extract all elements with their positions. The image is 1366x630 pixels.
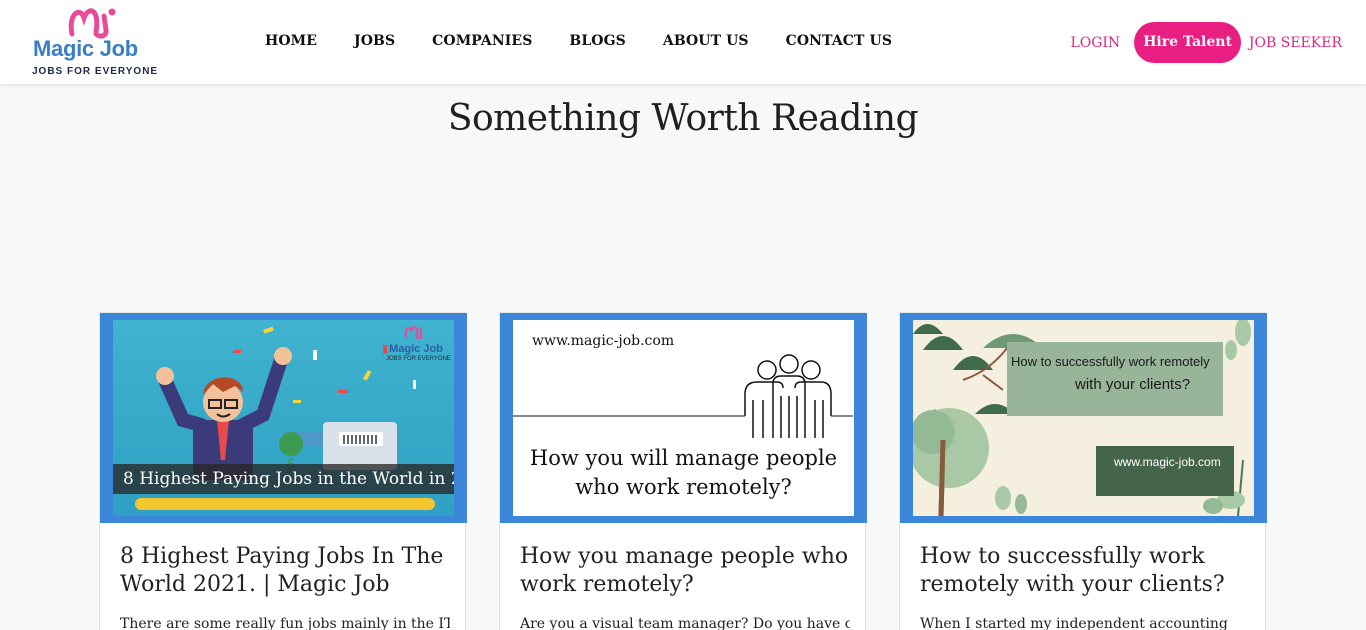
image-banner-text: 8 Highest Paying Jobs in the World in 20… <box>113 464 454 494</box>
blog-card-excerpt: Are you a visual team manager? Do you ha… <box>520 616 850 630</box>
image-decoration <box>135 498 435 510</box>
blog-card-title[interactable]: How to successfully work remotely with y… <box>920 543 1250 599</box>
account-nav: LOGIN Hire Talent JOB SEEKER <box>1070 22 1342 63</box>
image-headline-line1: How to successfully work remotely <box>1011 354 1210 369</box>
blog-card-excerpt: When I started my independent accounting <box>920 616 1228 630</box>
site-header: Magic Job JOBS FOR EVERYONE HOME JOBS CO… <box>0 0 1366 84</box>
nav-jobs[interactable]: JOBS <box>354 33 395 49</box>
job-seeker-link[interactable]: JOB SEEKER <box>1249 35 1342 51</box>
blog-image-manage-remote-people: www.magic-job.com How you will manage pe… <box>513 320 854 516</box>
main-nav: HOME JOBS COMPANIES BLOGS ABOUT US CONTA… <box>265 33 929 49</box>
magic-job-watermark: Magic Job JOBS FOR EVERYONE <box>386 324 451 363</box>
image-headline-box: How to successfully work remotely with y… <box>1007 342 1223 416</box>
blog-image-highest-paying-jobs: $ Magic Job JOBS FOR EVERYONE 8 Highest … <box>113 320 454 516</box>
hire-talent-button[interactable]: Hire Talent <box>1134 22 1241 63</box>
blog-image-work-remotely-clients: How to successfully work remotely with y… <box>913 320 1254 516</box>
nav-companies[interactable]: COMPANIES <box>432 33 532 49</box>
nav-about-us[interactable]: ABOUT US <box>663 33 749 49</box>
blog-thumbnail[interactable]: How to successfully work remotely with y… <box>900 313 1267 523</box>
blog-card-title[interactable]: How you manage people who work remotely? <box>520 543 850 599</box>
logo-tagline: JOBS FOR EVERYONE <box>32 66 159 77</box>
nav-blogs[interactable]: BLOGS <box>569 33 625 49</box>
blog-card[interactable]: How to successfully work remotely with y… <box>899 312 1267 630</box>
image-headline-line2: with your clients? <box>1075 376 1191 393</box>
blog-card[interactable]: www.magic-job.com How you will manage pe… <box>499 312 867 630</box>
blog-thumbnail[interactable]: www.magic-job.com How you will manage pe… <box>500 313 867 523</box>
image-url-box: www.magic-job.com <box>1096 446 1234 496</box>
magic-job-logo-icon <box>404 325 423 340</box>
magic-job-logo-icon <box>68 8 116 39</box>
blog-thumbnail[interactable]: $ Magic Job JOBS FOR EVERYONE 8 Highest … <box>100 313 467 523</box>
image-url-text: www.magic-job.com <box>1114 455 1221 469</box>
nav-home[interactable]: HOME <box>265 33 317 49</box>
site-logo[interactable]: Magic Job JOBS FOR EVERYONE <box>30 4 159 80</box>
blog-card-excerpt: There are some really fun jobs mainly in… <box>120 616 450 630</box>
blog-card[interactable]: $ Magic Job JOBS FOR EVERYONE 8 Highest … <box>99 312 467 630</box>
blog-card-title[interactable]: 8 Highest Paying Jobs In The World 2021.… <box>120 543 450 599</box>
logo-brand-text: Magic Job <box>33 36 138 61</box>
image-caption-text: How you will manage people who work remo… <box>529 446 838 499</box>
nav-contact-us[interactable]: CONTACT US <box>786 33 892 49</box>
login-link[interactable]: LOGIN <box>1070 35 1120 51</box>
page-title: Something Worth Reading <box>447 98 919 139</box>
